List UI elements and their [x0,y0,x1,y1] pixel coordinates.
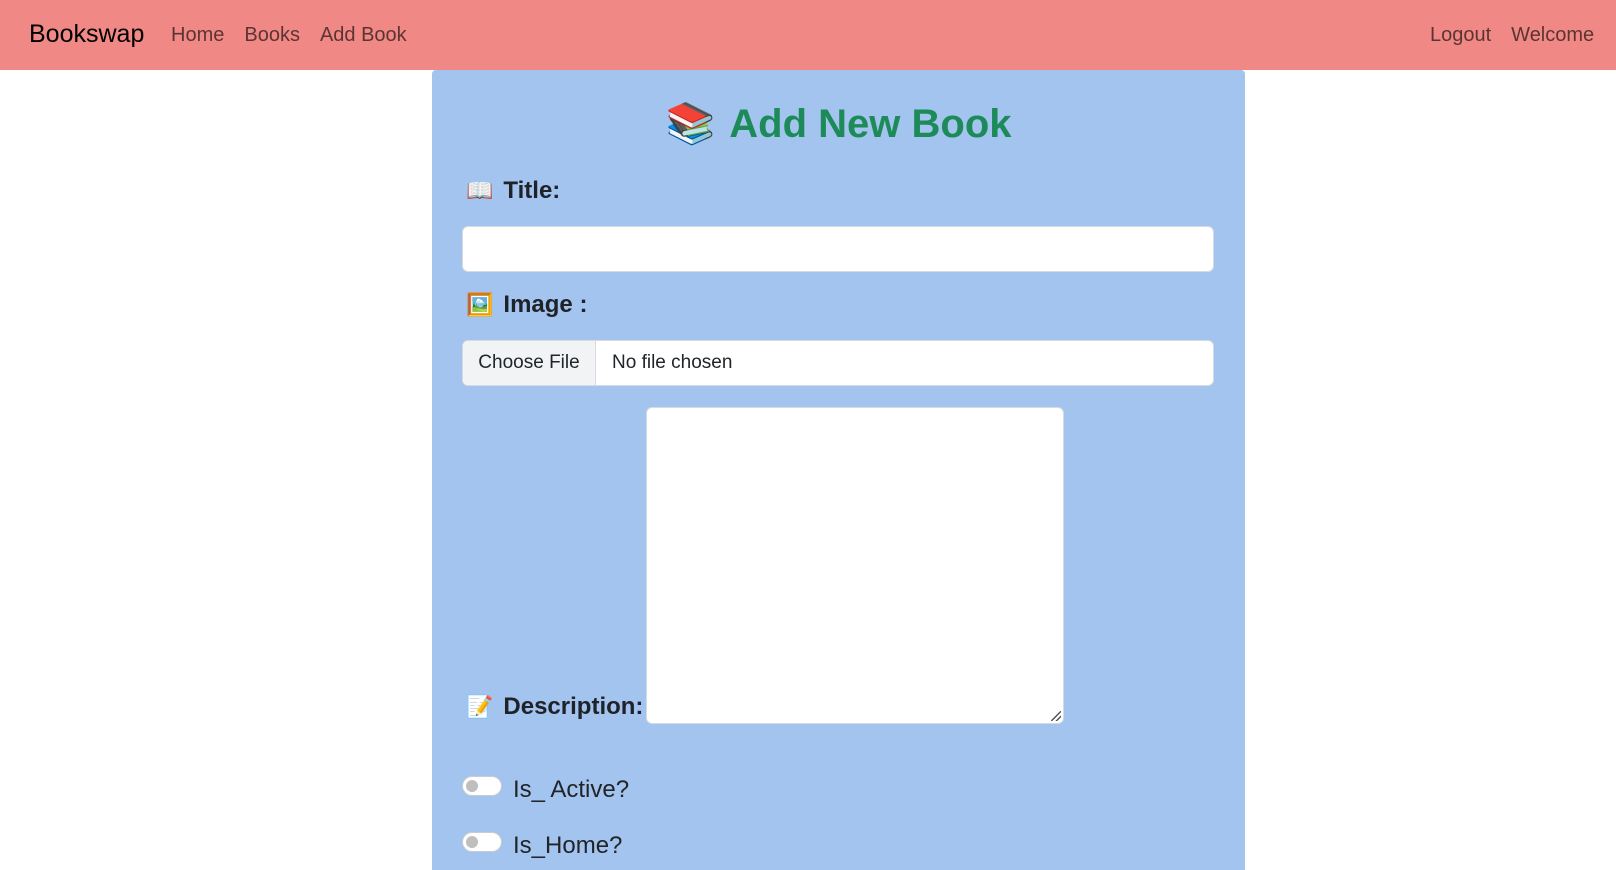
nav-home-link[interactable]: Home [171,24,224,47]
image-label: 🖼️ Image : [466,291,587,319]
is-home-row: Is_Home? [462,824,622,860]
nav-links: Home Books Add Book [171,24,407,47]
title-label-text: Title: [503,177,561,204]
description-textarea[interactable] [646,407,1064,724]
is-active-label: Is_ Active? [513,776,630,803]
is-home-toggle[interactable] [462,832,502,852]
image-file-input[interactable]: Choose File No file chosen [462,340,1214,386]
resize-handle-icon[interactable] [1051,711,1061,721]
navbar: Bookswap Home Books Add Book Logout Welc… [0,0,1616,70]
toggle-knob [466,780,478,792]
is-active-toggle[interactable] [462,776,502,796]
toggle-knob [466,836,478,848]
memo-icon: 📝 [466,694,494,719]
file-status: No file chosen [612,352,733,373]
nav-books-link[interactable]: Books [244,24,300,47]
nav-logout-link[interactable]: Logout [1430,24,1491,47]
nav-welcome-text: Welcome [1511,24,1595,46]
title-input[interactable] [462,226,1214,272]
is-active-row: Is_ Active? [462,768,629,804]
open-book-icon: 📖 [466,178,494,203]
books-icon: 📚 [665,102,716,146]
page-title: 📚 Add New Book [432,100,1245,147]
is-home-label: Is_Home? [513,832,623,859]
image-label-text: Image : [503,291,588,318]
page-title-text: Add New Book [729,102,1012,146]
framed-picture-icon: 🖼️ [466,292,494,317]
title-label: 📖 Title: [466,177,560,205]
add-book-form: 📚 Add New Book 📖 Title: 🖼️ Image : Choose F… [432,70,1245,870]
choose-file-button[interactable]: Choose File [463,341,596,385]
nav-right: Logout Welcome [1430,24,1616,47]
nav-add-book-link[interactable]: Add Book [320,24,407,47]
brand-link[interactable]: Bookswap [29,20,144,49]
description-label: 📝 Description: [466,693,643,721]
description-label-text: Description: [503,693,644,720]
